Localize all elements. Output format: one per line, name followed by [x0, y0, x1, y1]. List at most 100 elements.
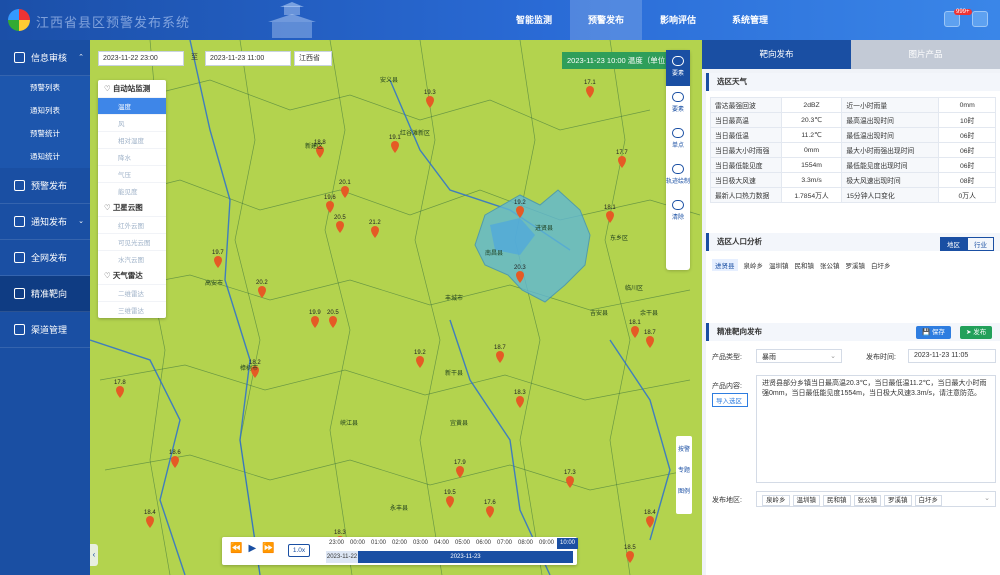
- station-marker[interactable]: 19.3: [424, 90, 436, 108]
- layer-item[interactable]: 红外云图: [98, 216, 166, 233]
- sidebar-subitem[interactable]: 预警列表: [0, 76, 90, 99]
- town-item[interactable]: 温圳镇: [769, 260, 789, 270]
- layer-item[interactable]: 气压: [98, 165, 166, 182]
- station-marker[interactable]: 19.7: [212, 250, 224, 268]
- timeline-hour[interactable]: 06:00: [473, 538, 494, 549]
- layer-group-title[interactable]: ♡ 天气雷达: [98, 267, 166, 284]
- area-tag[interactable]: 民和镇: [823, 495, 851, 506]
- town-item[interactable]: 张公镇: [820, 260, 840, 270]
- timeline-hour[interactable]: 08:00: [515, 538, 536, 549]
- station-marker[interactable]: 17.9: [454, 460, 466, 478]
- publish-time-input[interactable]: 2023-11-23 11:05: [908, 349, 996, 363]
- area-tag[interactable]: 张公镇: [853, 495, 881, 506]
- town-item[interactable]: 罗溪镇: [846, 260, 866, 270]
- save-button[interactable]: 💾 保存: [916, 326, 951, 339]
- fast-forward-icon[interactable]: ⏩: [262, 543, 274, 554]
- sidebar-item[interactable]: 信息审核 ⌃: [0, 40, 90, 76]
- area-tag[interactable]: 温圳镇: [792, 495, 820, 506]
- station-marker[interactable]: 21.2: [369, 220, 381, 238]
- layer-item[interactable]: 风: [98, 114, 166, 131]
- map-canvas[interactable]: 19.118.819.320.119.620.521.219.217.718.1…: [90, 40, 702, 575]
- station-marker[interactable]: 18.7: [494, 345, 506, 363]
- nav-item[interactable]: 预警发布: [570, 0, 642, 40]
- layer-item[interactable]: 水汽云图: [98, 250, 166, 267]
- timeline-hour[interactable]: 09:00: [536, 538, 557, 549]
- region-select[interactable]: 江西省: [294, 51, 332, 66]
- area-select[interactable]: 泉岭乡 温圳镇 民和镇 张公镇 罗溪镇 白圩乡 ⌄: [756, 491, 996, 507]
- map-tool[interactable]: 清除: [666, 194, 690, 230]
- station-marker[interactable]: 19.2: [414, 350, 426, 368]
- timeline-hour[interactable]: 10:00: [557, 538, 578, 549]
- station-marker[interactable]: 20.1: [339, 180, 351, 198]
- user-icon[interactable]: [972, 11, 988, 27]
- station-marker[interactable]: 19.5: [444, 490, 456, 508]
- start-time-input[interactable]: 2023-11-22 23:00: [98, 51, 184, 66]
- layer-item[interactable]: 可见光云图: [98, 233, 166, 250]
- timeline-hour[interactable]: 04:00: [431, 538, 452, 549]
- nav-item[interactable]: 影响评估: [642, 0, 714, 40]
- sidebar-item[interactable]: 渠道管理: [0, 312, 90, 348]
- layer-item[interactable]: 三维雷达: [98, 301, 166, 318]
- town-item[interactable]: 民和镇: [795, 260, 815, 270]
- station-marker[interactable]: 18.1: [604, 205, 616, 223]
- layer-group-title[interactable]: ♡ 自动站监测: [98, 80, 166, 97]
- station-marker[interactable]: 17.6: [484, 500, 496, 518]
- sidebar-item[interactable]: 全网发布: [0, 240, 90, 276]
- sidebar-item[interactable]: 精准靶向: [0, 276, 90, 312]
- timeline-hour[interactable]: 07:00: [494, 538, 515, 549]
- map-tool[interactable]: 单点: [666, 122, 690, 158]
- station-marker[interactable]: 18.4: [144, 510, 156, 528]
- map-tool-secondary[interactable]: 专题: [676, 457, 692, 478]
- sidebar-subitem[interactable]: 通知统计: [0, 145, 90, 168]
- station-marker[interactable]: 17.7: [616, 150, 628, 168]
- area-tag[interactable]: 白圩乡: [914, 495, 942, 506]
- timeline-hour[interactable]: 02:00: [389, 538, 410, 549]
- station-marker[interactable]: 19.1: [389, 135, 401, 153]
- timeline-hour[interactable]: 23:00: [326, 538, 347, 549]
- map-tool-secondary[interactable]: 图例: [676, 478, 692, 499]
- nav-item[interactable]: 系统管理: [714, 0, 786, 40]
- station-marker[interactable]: 18.3: [514, 390, 526, 408]
- collapse-sidebar-button[interactable]: ‹: [90, 544, 98, 566]
- town-item[interactable]: 进贤县: [712, 259, 738, 271]
- map-tool-secondary[interactable]: 按警: [676, 436, 692, 457]
- layer-group-title[interactable]: ♡ 卫星云图: [98, 199, 166, 216]
- station-marker[interactable]: 17.1: [584, 80, 596, 98]
- town-item[interactable]: 白圩乡: [871, 260, 891, 270]
- sidebar-subitem[interactable]: 预警统计: [0, 122, 90, 145]
- station-marker[interactable]: 17.8: [114, 380, 126, 398]
- map-tool[interactable]: 要素: [666, 50, 690, 86]
- station-marker[interactable]: 18.7: [644, 330, 656, 348]
- layer-item[interactable]: 降水: [98, 148, 166, 165]
- sidebar-subitem[interactable]: 通知列表: [0, 99, 90, 122]
- content-textarea[interactable]: 进贤县部分乡镇当日最高温20.3℃，当日最低温11.2℃，当日最大小时雨强0mm…: [756, 375, 996, 483]
- rewind-icon[interactable]: ⏪: [230, 543, 242, 554]
- nav-item[interactable]: 智能监测: [498, 0, 570, 40]
- station-marker[interactable]: 18.5: [624, 545, 636, 563]
- station-marker[interactable]: 20.5: [334, 215, 346, 233]
- type-select[interactable]: 暴雨 ⌄: [756, 349, 842, 363]
- town-item[interactable]: 泉岭乡: [744, 260, 764, 270]
- timeline-hour[interactable]: 05:00: [452, 538, 473, 549]
- speed-button[interactable]: 1.0x: [288, 544, 310, 557]
- timeline-hour[interactable]: 01:00: [368, 538, 389, 549]
- timeline-day[interactable]: 2023-11-23: [358, 551, 573, 563]
- station-marker[interactable]: 19.9: [309, 310, 321, 328]
- station-marker[interactable]: 20.5: [327, 310, 339, 328]
- toggle-region[interactable]: 地区: [940, 237, 967, 251]
- tab-targeted-publish[interactable]: 靶向发布: [702, 40, 851, 69]
- tab-image-product[interactable]: 图片产品: [851, 40, 1000, 69]
- end-time-input[interactable]: 2023-11-23 11:00: [205, 51, 291, 66]
- layer-item[interactable]: 能见度: [98, 182, 166, 199]
- layer-item[interactable]: 二维雷达: [98, 284, 166, 301]
- layer-item[interactable]: 相对湿度: [98, 131, 166, 148]
- layer-item[interactable]: 温度: [98, 97, 166, 114]
- area-tag[interactable]: 泉岭乡: [762, 495, 790, 506]
- station-marker[interactable]: 19.6: [324, 195, 336, 213]
- station-marker[interactable]: 20.2: [256, 280, 268, 298]
- timeline-day[interactable]: 2023-11-22: [326, 551, 358, 563]
- import-region-button[interactable]: 导入选区: [712, 393, 748, 407]
- sidebar-item[interactable]: 预警发布: [0, 168, 90, 204]
- publish-button[interactable]: ➤ 发布: [960, 326, 993, 339]
- map-view[interactable]: 19.1 18.8 19.3 20.1 19.6 20.5 21.2 19.2 17.7 18.1…: [90, 40, 702, 575]
